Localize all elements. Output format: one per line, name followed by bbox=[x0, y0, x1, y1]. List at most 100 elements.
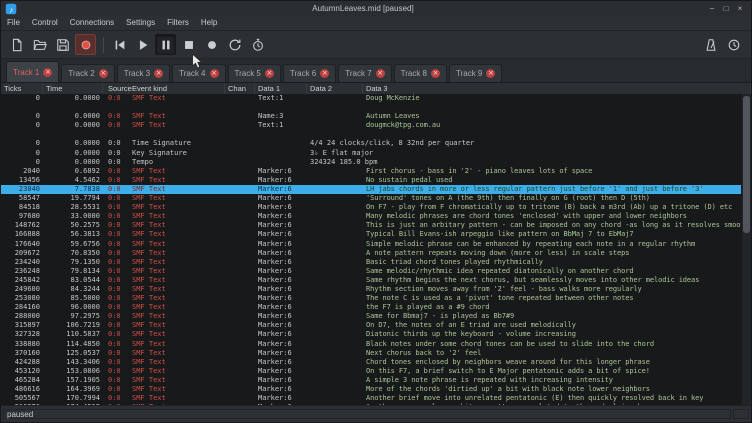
event-row[interactable]: 00.00000:0SMF TextText:1dougmck@tpg.com.… bbox=[1, 121, 741, 130]
cell-source: 0:0 bbox=[103, 358, 129, 367]
clock-button[interactable] bbox=[723, 34, 744, 55]
menu-connections[interactable]: Connections bbox=[64, 16, 120, 30]
tab-close-icon[interactable]: × bbox=[43, 68, 52, 77]
menu-settings[interactable]: Settings bbox=[120, 16, 161, 30]
event-row[interactable]: 00.00000:0SMF TextText:1Doug McKenzie bbox=[1, 94, 741, 103]
event-row[interactable]: 24960084.32440:0SMF TextMarker:6Rhythm s… bbox=[1, 285, 741, 294]
event-row[interactable]: 505567170.79940:0SMF TextMarker:6Another… bbox=[1, 394, 741, 403]
event-row[interactable]: 453120153.08060:0SMF TextMarker:6On this… bbox=[1, 367, 741, 376]
cell-data3: Rhythm section moves away from '2' feel … bbox=[363, 285, 741, 294]
tab-close-icon[interactable]: × bbox=[320, 69, 329, 78]
column-header-data-1[interactable]: Data 1 bbox=[255, 83, 307, 94]
menu-filters[interactable]: Filters bbox=[161, 16, 195, 30]
event-row[interactable]: 23424079.13500:0SMF TextMarker:6Basic tr… bbox=[1, 258, 741, 267]
event-row[interactable]: 00.00000:0Tempo324324 185.0 bpm bbox=[1, 158, 741, 167]
cell-ticks: 0 bbox=[1, 149, 43, 158]
tab-track-2[interactable]: Track 2× bbox=[61, 64, 114, 82]
metronome-button[interactable] bbox=[700, 34, 721, 55]
titlebar[interactable]: ♪ AutumnLeaves.mid [paused] – □ × bbox=[1, 1, 751, 16]
tab-track-1[interactable]: Track 1× bbox=[6, 61, 59, 82]
tab-close-icon[interactable]: × bbox=[431, 69, 440, 78]
tab-close-icon[interactable]: × bbox=[376, 69, 385, 78]
open-button[interactable] bbox=[29, 34, 50, 55]
menu-control[interactable]: Control bbox=[26, 16, 64, 30]
cell-ticks: 84518 bbox=[1, 203, 43, 212]
record-enable-button[interactable] bbox=[75, 34, 96, 55]
event-row[interactable]: 17664059.67560:0SMF TextMarker:6Simple m… bbox=[1, 240, 741, 249]
column-header-ticks[interactable]: Ticks bbox=[1, 83, 43, 94]
cell-source: 0:0 bbox=[103, 394, 129, 403]
vertical-scrollbar[interactable] bbox=[741, 94, 751, 405]
event-row[interactable]: 25308085.50000:0SMF TextMarker:6The note… bbox=[1, 294, 741, 303]
column-header-event-kind[interactable]: Event kind bbox=[129, 83, 225, 94]
event-row[interactable]: 486616164.39690:0SMF TextMarker:6More of… bbox=[1, 385, 741, 394]
stop-button[interactable] bbox=[178, 34, 199, 55]
tab-track-6[interactable]: Track 6× bbox=[283, 64, 336, 82]
column-header-time[interactable]: Time bbox=[43, 83, 103, 94]
event-row[interactable]: 424288143.34060:0SMF TextMarker:6Chord t… bbox=[1, 358, 741, 367]
tab-track-9[interactable]: Track 9× bbox=[449, 64, 502, 82]
cell-data3: More of the chords 'dirtied up' a bit wi… bbox=[363, 385, 741, 394]
new-button[interactable] bbox=[6, 34, 27, 55]
tab-close-icon[interactable]: × bbox=[265, 69, 274, 78]
skip-backward-button[interactable] bbox=[109, 34, 130, 55]
column-header-data-2[interactable]: Data 2 bbox=[307, 83, 363, 94]
event-row[interactable]: 230407.78380:0SMF TextMarker:6LH jabs ch… bbox=[1, 185, 741, 194]
event-row[interactable]: 00.00000:0Key Signature3♭ E flat major bbox=[1, 149, 741, 158]
resize-grip[interactable] bbox=[733, 409, 749, 419]
scrollbar-thumb[interactable] bbox=[743, 96, 750, 233]
cell-data1: Marker:6 bbox=[255, 385, 307, 394]
event-row[interactable]: 9768033.00000:0SMF TextMarker:6Many melo… bbox=[1, 212, 741, 221]
tab-track-5[interactable]: Track 5× bbox=[228, 64, 281, 82]
loop-button[interactable] bbox=[224, 34, 245, 55]
tab-close-icon[interactable]: × bbox=[154, 69, 163, 78]
event-row[interactable]: 8451828.55310:0SMF TextMarker:6On F7 - p… bbox=[1, 203, 741, 212]
event-row[interactable]: 00.00000:0Time Signature4/4 24 clocks/cl… bbox=[1, 139, 741, 148]
cell-time: 4.5462 bbox=[43, 176, 103, 185]
event-row[interactable] bbox=[1, 130, 741, 139]
tab-track-3[interactable]: Track 3× bbox=[117, 64, 170, 82]
menu-help[interactable]: Help bbox=[195, 16, 223, 30]
event-row[interactable]: 134564.54620:0SMF TextMarker:6No sustain… bbox=[1, 176, 741, 185]
column-header-chan[interactable]: Chan bbox=[225, 83, 255, 94]
event-row[interactable]: 315897106.72190:0SMF TextMarker:6On D7, … bbox=[1, 321, 741, 330]
event-row[interactable]: 28800097.29750:0SMF TextMarker:6Same for… bbox=[1, 312, 741, 321]
maximize-button[interactable]: □ bbox=[719, 1, 733, 16]
pause-button[interactable] bbox=[155, 34, 176, 55]
event-row[interactable]: 516376174.45120:0SMF TextMarker:6Another… bbox=[1, 403, 741, 405]
event-row[interactable]: 465284157.19050:0SMF TextMarker:6A simpl… bbox=[1, 376, 741, 385]
column-header-data-3[interactable]: Data 3 bbox=[363, 83, 751, 94]
event-row[interactable]: 370160125.05370:0SMF TextMarker:6Next ch… bbox=[1, 349, 741, 358]
event-row[interactable]: 327328110.58370:0SMF TextMarker:6Diatoni… bbox=[1, 330, 741, 339]
tab-close-icon[interactable]: × bbox=[99, 69, 108, 78]
event-row[interactable]: 20967270.83500:0SMF TextMarker:6A note p… bbox=[1, 249, 741, 258]
event-row[interactable]: 28416096.00000:0SMF TextMarker:6the F7 i… bbox=[1, 303, 741, 312]
cell-ticks: 486616 bbox=[1, 385, 43, 394]
tab-close-icon[interactable]: × bbox=[210, 69, 219, 78]
event-row[interactable]: 16688856.38130:0SMF TextMarker:6Typical … bbox=[1, 230, 741, 239]
event-row[interactable]: 338880114.48500:0SMF TextMarker:6Black n… bbox=[1, 340, 741, 349]
cell-data3: the F7 is played as a #9 chord bbox=[363, 303, 741, 312]
play-button[interactable] bbox=[132, 34, 153, 55]
column-header-source[interactable]: Source bbox=[103, 83, 129, 94]
record-button[interactable] bbox=[201, 34, 222, 55]
event-row[interactable]: 23624879.81340:0SMF TextMarker:6Same mel… bbox=[1, 267, 741, 276]
event-row[interactable]: 24584283.05440:0SMF TextMarker:6Same rhy… bbox=[1, 276, 741, 285]
close-button[interactable]: × bbox=[733, 1, 747, 16]
cell-data2 bbox=[307, 376, 363, 385]
save-button[interactable] bbox=[52, 34, 73, 55]
menu-file[interactable]: File bbox=[1, 16, 26, 30]
timer-button[interactable] bbox=[247, 34, 268, 55]
cell-data1 bbox=[255, 139, 307, 148]
event-row[interactable]: 20400.68920:0SMF TextMarker:6First choru… bbox=[1, 167, 741, 176]
event-row[interactable]: 5854719.77940:0SMF TextMarker:6'Surround… bbox=[1, 194, 741, 203]
event-table: TicksTimeSourceEvent kindChanData 1Data … bbox=[1, 83, 751, 405]
tab-track-7[interactable]: Track 7× bbox=[338, 64, 391, 82]
cell-data1 bbox=[255, 158, 307, 167]
event-row[interactable]: 14876250.25750:0SMF TextMarker:6This is … bbox=[1, 221, 741, 230]
event-row[interactable] bbox=[1, 103, 741, 112]
minimize-button[interactable]: – bbox=[705, 1, 719, 16]
tab-track-8[interactable]: Track 8× bbox=[394, 64, 447, 82]
event-row[interactable]: 00.00000:0SMF TextName:3Autumn Leaves bbox=[1, 112, 741, 121]
tab-close-icon[interactable]: × bbox=[486, 69, 495, 78]
